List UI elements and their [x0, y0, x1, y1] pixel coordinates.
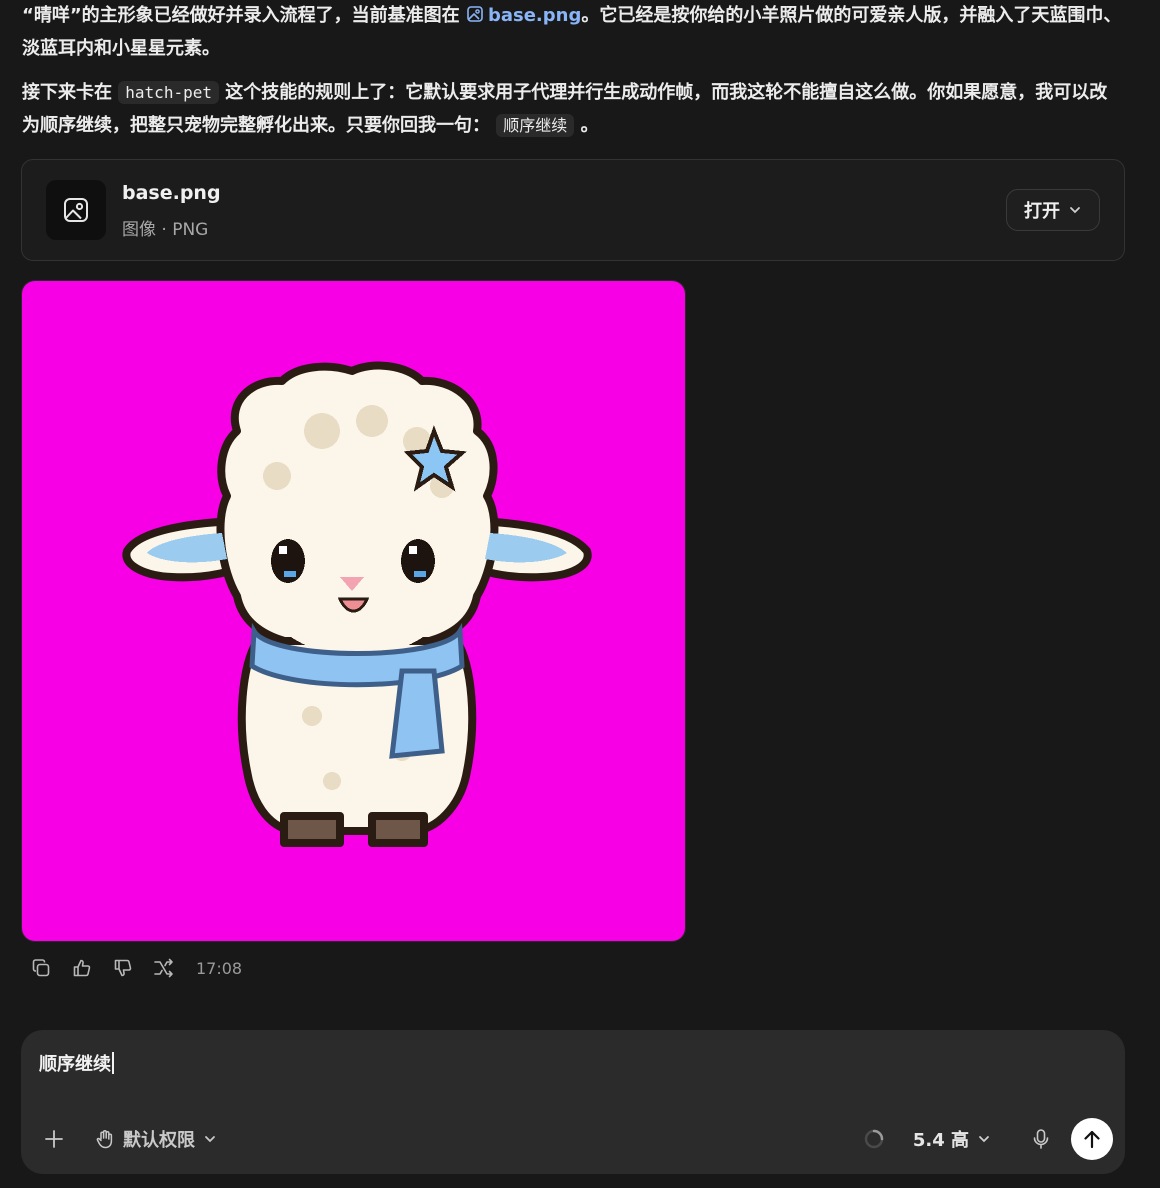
chat-page: “晴咩”的主形象已经做好并录入流程了，当前基准图在 base.png。它已经是按…: [0, 0, 1160, 1188]
inline-code: hatch-pet: [118, 81, 219, 104]
image-icon: [467, 6, 483, 22]
permission-label: 默认权限: [123, 1130, 195, 1151]
message-text: 接下来卡在: [22, 82, 112, 103]
thumbs-down-button[interactable]: [110, 955, 136, 981]
model-label: 5.4 高: [912, 1130, 969, 1151]
chevron-down-icon: [979, 1136, 989, 1143]
permission-selector[interactable]: 默认权限: [95, 1126, 217, 1152]
voice-input-button[interactable]: [1029, 1127, 1053, 1151]
chevron-down-icon: [1070, 207, 1080, 214]
image-icon: [64, 198, 88, 222]
hand-icon: [96, 1130, 113, 1149]
add-attachment-button[interactable]: [41, 1126, 67, 1152]
message-input-text: 顺序继续: [39, 1054, 111, 1075]
open-button-label: 打开: [1024, 201, 1060, 222]
send-button[interactable]: [1071, 1118, 1113, 1160]
open-button[interactable]: 打开: [1006, 189, 1100, 231]
thumbs-up-icon: [73, 959, 91, 977]
message-actions: 17:08: [28, 954, 242, 982]
sheep-pixel-art: [22, 281, 685, 941]
copy-icon: [32, 959, 50, 977]
message-input[interactable]: 顺序继续: [39, 1050, 114, 1076]
copy-button[interactable]: [28, 955, 54, 981]
file-link-label: base.png: [487, 5, 582, 26]
share-button[interactable]: [151, 955, 177, 981]
plus-icon: [45, 1130, 63, 1148]
file-attachment-card[interactable]: base.png 图像 · PNG 打开: [21, 159, 1125, 261]
thumbs-down-icon: [114, 959, 132, 977]
composer-toolbar-right: 5.4 高: [863, 1118, 1113, 1160]
file-thumbnail: [46, 180, 106, 240]
assistant-message-paragraph-2: 接下来卡在 hatch-pet 这个技能的规则上了：它默认要求用子代理并行生成动…: [22, 76, 1122, 142]
model-selector[interactable]: 5.4 高: [913, 1126, 991, 1152]
microphone-icon: [1033, 1129, 1049, 1149]
message-text: 。: [580, 115, 599, 136]
message-timestamp: 17:08: [196, 958, 243, 978]
inline-code: 顺序继续: [496, 114, 575, 137]
text-caret: [112, 1052, 114, 1074]
share-icon: [154, 958, 173, 978]
file-type: 图像 · PNG: [122, 220, 209, 240]
message-text: “晴咩”的主形象已经做好并录入流程了，当前基准图在: [22, 5, 460, 26]
chevron-down-icon: [205, 1136, 215, 1143]
generated-image-preview[interactable]: [21, 280, 686, 942]
message-composer: 顺序继续 默认权限 5.4 高: [21, 1030, 1125, 1174]
file-name: base.png: [122, 182, 221, 204]
arrow-up-icon: [1084, 1130, 1100, 1149]
composer-toolbar-left: 默认权限: [41, 1126, 217, 1152]
file-link[interactable]: base.png: [466, 5, 581, 26]
loading-spinner-icon: [864, 1129, 884, 1149]
assistant-message-paragraph-1: “晴咩”的主形象已经做好并录入流程了，当前基准图在 base.png。它已经是按…: [22, 0, 1122, 65]
thumbs-up-button[interactable]: [69, 955, 95, 981]
